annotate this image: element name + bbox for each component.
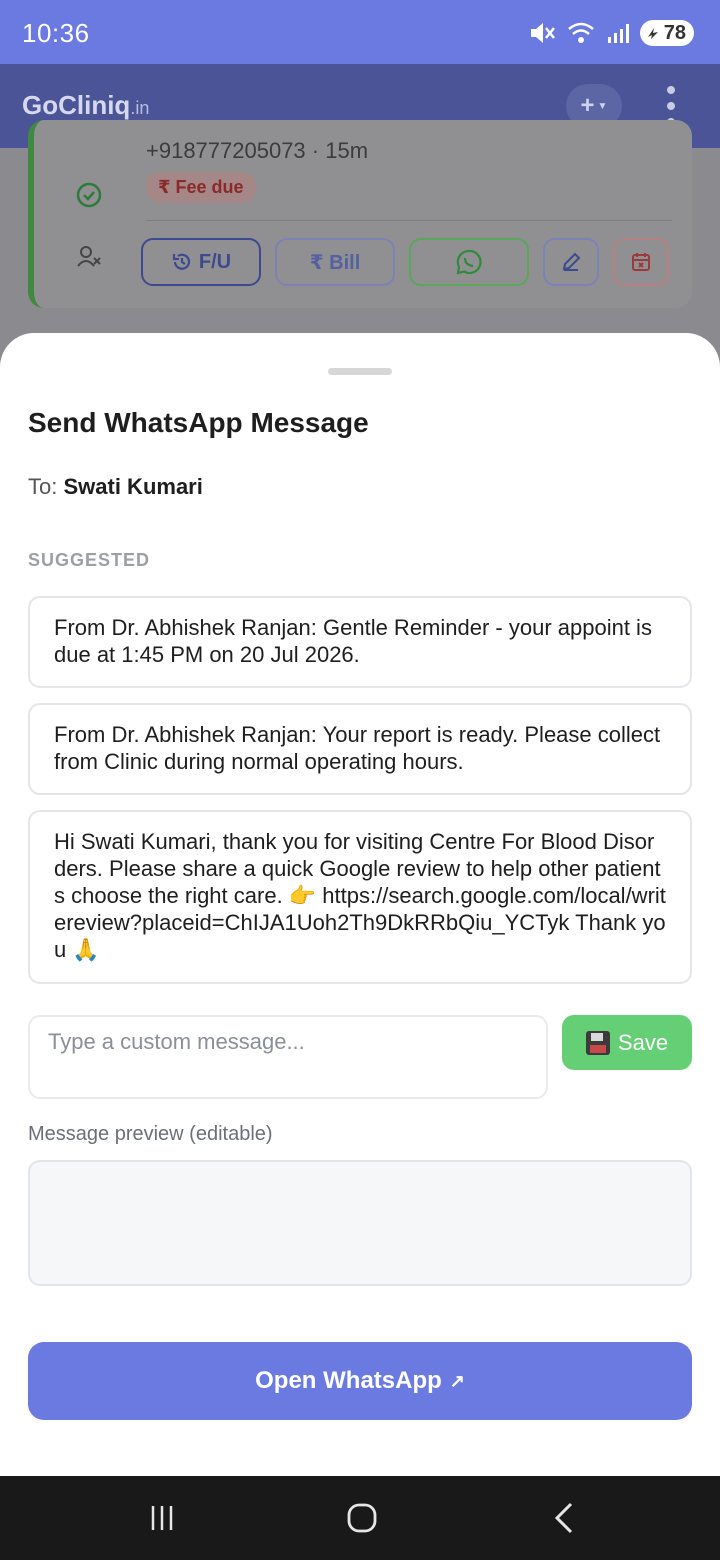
home-icon [347,1503,377,1533]
edit-icon [562,252,581,271]
whatsapp-sheet: Send WhatsApp Message To: Swati Kumari S… [0,333,720,1476]
wifi-icon [567,22,594,43]
appointment-card: +918777205073 · 15m ₹ Fee due F/U ₹ Bill [28,120,692,308]
suggested-section-label: SUGGESTED [28,550,151,570]
suggestion-report-ready[interactable]: From Dr. Abhishek Ranjan: Your report is… [28,703,692,795]
bill-button[interactable]: ₹ Bill [275,238,395,286]
recents-icon [151,1506,173,1530]
recipient-line: To: Swati Kumari [28,474,203,499]
recipient-name: Swati Kumari [63,474,203,499]
battery-icon: 78 [639,20,694,46]
mute-icon [530,23,555,43]
status-time: 10:36 [22,18,90,48]
custom-message-input[interactable] [28,1015,548,1099]
battery-level: 78 [663,21,686,44]
home-button[interactable] [338,1498,386,1538]
sheet-title: Send WhatsApp Message [28,407,369,438]
app-logo: GoCliniq.in [22,90,150,120]
status-icons: 78 [528,18,694,48]
suggestion-google-review[interactable]: Hi Swati Kumari, thank you for visiting … [28,810,692,984]
message-preview-label: Message preview (editable) [28,1123,273,1145]
patient-phone: +918777205073 · 15m [146,138,369,163]
calendar-x-icon [632,253,650,271]
recents-button[interactable] [140,1498,184,1538]
card-divider [146,220,672,221]
back-icon [554,1502,573,1534]
external-link-icon: ↗ [449,1370,465,1391]
whatsapp-icon [456,249,482,275]
message-preview-field[interactable] [28,1160,692,1286]
save-button[interactable]: Save [562,1015,692,1070]
sheet-drag-handle[interactable] [328,368,392,375]
cancel-appointment-button[interactable] [613,238,669,286]
system-nav-bar [0,1476,720,1560]
save-icon [585,1030,610,1055]
check-circle-icon [76,182,102,208]
user-x-icon [77,246,101,267]
back-button[interactable] [544,1498,584,1538]
edit-button[interactable] [543,238,599,286]
whatsapp-button[interactable] [409,238,529,286]
open-whatsapp-button[interactable]: Open WhatsApp ↗ [28,1342,692,1420]
fee-due-badge: ₹ Fee due [146,172,256,203]
suggestion-reminder[interactable]: From Dr. Abhishek Ranjan: Gentle Reminde… [28,596,692,688]
history-icon [172,253,190,270]
followup-button[interactable]: F/U [141,238,261,286]
signal-icon [607,24,629,43]
status-bar: 10:36 78 [0,0,720,64]
